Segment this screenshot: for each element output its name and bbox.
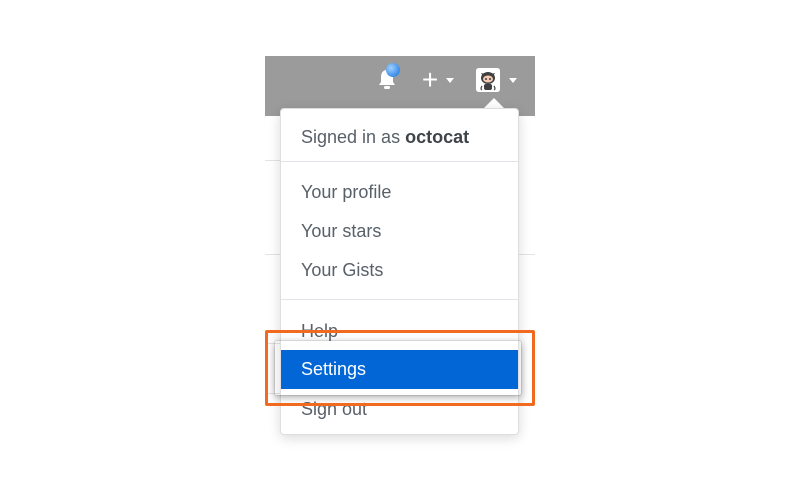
caret-down-icon[interactable] [509, 78, 517, 83]
signed-in-header: Signed in as octocat [301, 125, 469, 149]
menu-item-help[interactable]: Help [301, 319, 338, 343]
notification-indicator [386, 63, 400, 77]
menu-divider [281, 299, 518, 300]
menu-item-your-stars[interactable]: Your stars [301, 219, 381, 243]
username: octocat [405, 127, 470, 147]
user-dropdown-menu: Signed in as octocat Your profile Your s… [280, 108, 519, 435]
menu-item-settings[interactable]: Settings [281, 350, 518, 389]
avatar-icon[interactable] [476, 68, 500, 92]
plus-icon[interactable]: + [419, 66, 441, 94]
signed-in-label: Signed in as [301, 127, 401, 147]
menu-divider [281, 161, 518, 162]
menu-item-your-profile[interactable]: Your profile [301, 180, 391, 204]
caret-down-icon[interactable] [446, 78, 454, 83]
dropdown-pointer [484, 98, 504, 108]
menu-item-sign-out[interactable]: Sign out [301, 397, 367, 421]
menu-item-your-gists[interactable]: Your Gists [301, 258, 383, 282]
settings-label: Settings [301, 359, 367, 379]
